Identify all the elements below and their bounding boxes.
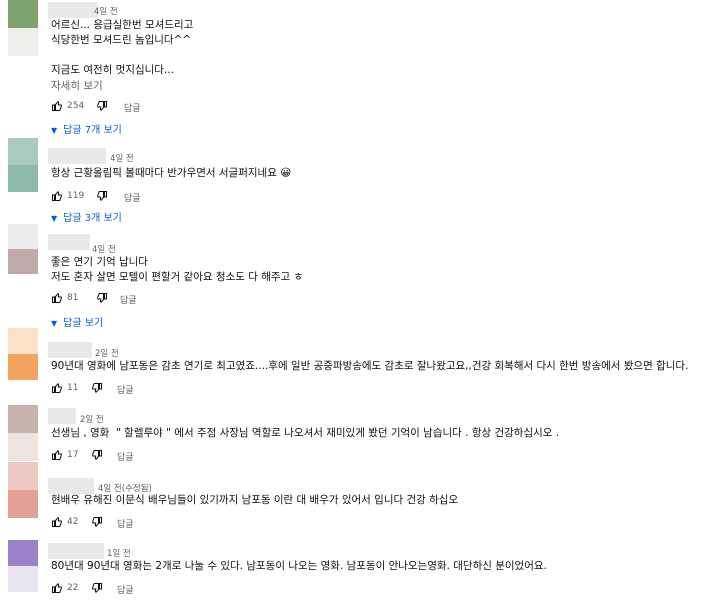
- thumbs-down-icon: [92, 517, 102, 527]
- avatar[interactable]: [8, 540, 38, 592]
- author-name[interactable]: [48, 408, 76, 424]
- dislike-button[interactable]: [96, 100, 108, 115]
- thumbs-up-icon: [52, 191, 62, 201]
- dislike-button[interactable]: [91, 516, 103, 531]
- reply-button[interactable]: 답글: [117, 583, 134, 596]
- author-name[interactable]: [48, 342, 92, 358]
- avatar[interactable]: [8, 328, 38, 380]
- thumbs-up-icon: [52, 383, 62, 393]
- comment-timestamp[interactable]: 4일 전: [110, 152, 134, 164]
- like-button[interactable]: [51, 382, 63, 397]
- comment-actions: 22 답글: [51, 582, 251, 596]
- comment-2: 4일 전 항상 근황올림픽 볼때마다 반가우면서 서글퍼지네요 😀 119 답글…: [0, 138, 720, 224]
- comment-timestamp[interactable]: 4일 전: [92, 243, 116, 255]
- comment-timestamp[interactable]: 4일 전: [94, 5, 118, 17]
- view-replies-label: 답글 3개 보기: [63, 213, 122, 224]
- comment-4: 2일 전 90년대 영화에 남포동은 감초 연기로 최고였죠....후에 일반 …: [0, 328, 720, 404]
- comment-actions: 42 답글: [51, 516, 251, 530]
- like-button[interactable]: [51, 516, 63, 531]
- comment-6: 4일 전(수정됨) 현배우 유해진 이문식 배우님들이 있기까지 남포동 이란 …: [0, 462, 720, 536]
- comment-actions: 119 답글: [51, 190, 251, 204]
- like-count: 119: [67, 191, 85, 201]
- thumbs-down-icon: [92, 450, 102, 460]
- dislike-button[interactable]: [91, 382, 103, 397]
- thumbs-up-icon: [52, 583, 62, 593]
- reply-button[interactable]: 답글: [124, 101, 141, 114]
- caret-down-icon: ▼: [51, 126, 58, 135]
- caret-down-icon: ▼: [51, 319, 58, 328]
- view-replies-button[interactable]: ▼ 답글 7개 보기: [51, 121, 122, 136]
- like-count: 254: [67, 101, 85, 111]
- view-replies-button[interactable]: ▼ 답글 3개 보기: [51, 209, 122, 224]
- thumbs-up-icon: [52, 517, 62, 527]
- comment-text: 어르신... 응급실한번 모셔드리고 식당한번 모셔드린 놈입니다^^ 지금도 …: [51, 19, 194, 76]
- author-name[interactable]: [48, 478, 94, 494]
- like-count: 22: [67, 583, 79, 593]
- author-name[interactable]: [48, 234, 90, 250]
- caret-down-icon: ▼: [51, 214, 58, 223]
- reply-button[interactable]: 답글: [124, 191, 141, 204]
- avatar[interactable]: [8, 462, 38, 518]
- thumbs-down-icon: [92, 583, 102, 593]
- comment-actions: 254 답글: [51, 100, 251, 114]
- avatar[interactable]: [8, 0, 38, 56]
- comment-text: 80년대 90년대 영화는 2개로 나눌 수 있다. 남포동이 나오는 영화. …: [51, 560, 547, 572]
- view-replies-label: 답글 7개 보기: [63, 125, 122, 136]
- dislike-button[interactable]: [96, 292, 108, 307]
- dislike-button[interactable]: [91, 582, 103, 597]
- reply-button[interactable]: 답글: [117, 383, 134, 396]
- comment-actions: 11 답글: [51, 382, 251, 396]
- comment-text: 현배우 유해진 이문식 배우님들이 있기까지 남포동 이란 대 배우가 있어서 …: [51, 494, 459, 506]
- like-button[interactable]: [51, 582, 63, 597]
- like-button[interactable]: [51, 292, 63, 307]
- avatar[interactable]: [8, 405, 38, 461]
- comment-1: 4일 전 어르신... 응급실한번 모셔드리고 식당한번 모셔드린 놈입니다^^…: [0, 0, 720, 140]
- thumbs-up-icon: [52, 293, 62, 303]
- comment-actions: 17 답글: [51, 449, 251, 463]
- dislike-button[interactable]: [96, 190, 108, 205]
- like-count: 17: [67, 450, 79, 460]
- comment-timestamp[interactable]: 2일 전: [95, 347, 119, 359]
- author-name[interactable]: [48, 543, 104, 559]
- thumbs-down-icon: [97, 191, 107, 201]
- like-count: 11: [67, 383, 79, 393]
- thumbs-up-icon: [52, 450, 62, 460]
- reply-button[interactable]: 답글: [120, 293, 137, 306]
- comment-actions: 81 답글: [51, 292, 251, 306]
- author-name[interactable]: [48, 2, 98, 18]
- avatar[interactable]: [8, 138, 38, 192]
- comment-text: 좋은 연기 기억 납니다 저도 혼자 살면 모텔이 편할거 같아요 청소도 다 …: [51, 256, 304, 283]
- comment-text: 90년대 영화에 남포동은 감초 연기로 최고였죠....후에 일반 공중파방송…: [51, 360, 689, 372]
- like-button[interactable]: [51, 190, 63, 205]
- read-more-link[interactable]: 자세히 보기: [51, 78, 103, 93]
- comment-7: 1일 전 80년대 90년대 영화는 2개로 나눌 수 있다. 남포동이 나오는…: [0, 540, 720, 600]
- author-name[interactable]: [48, 148, 106, 164]
- thumbs-down-icon: [97, 293, 107, 303]
- comment-text: 항상 근황올림픽 볼때마다 반가우면서 서글퍼지네요 😀: [51, 167, 292, 179]
- reply-button[interactable]: 답글: [117, 517, 134, 530]
- like-count: 81: [67, 293, 79, 303]
- view-replies-button[interactable]: ▼ 답글 보기: [51, 314, 103, 329]
- comment-timestamp[interactable]: 2일 전: [80, 413, 104, 425]
- like-count: 42: [67, 517, 79, 527]
- comment-text: 선생님 , 영화 " 할렐루야 " 에서 주점 사장님 역할로 나오셔서 재미있…: [51, 427, 560, 439]
- comment-3: 4일 전 좋은 연기 기억 납니다 저도 혼자 살면 모텔이 편할거 같아요 청…: [0, 224, 720, 329]
- comment-timestamp[interactable]: 1일 전: [107, 547, 131, 559]
- thumbs-down-icon: [92, 383, 102, 393]
- thumbs-up-icon: [52, 101, 62, 111]
- like-button[interactable]: [51, 100, 63, 115]
- avatar[interactable]: [8, 224, 38, 274]
- thumbs-down-icon: [97, 101, 107, 111]
